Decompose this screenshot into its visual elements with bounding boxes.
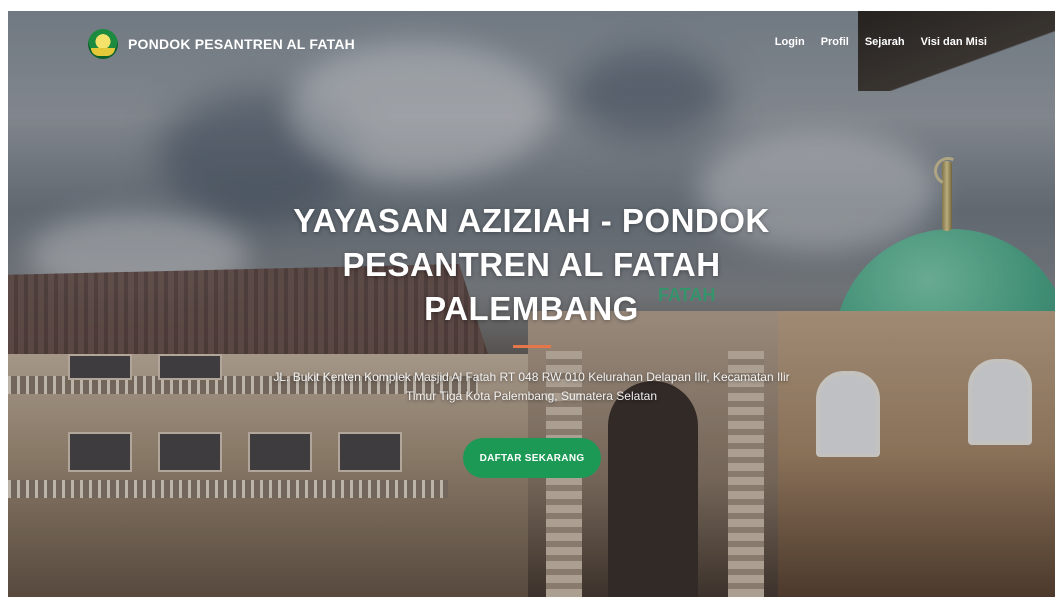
nav-link-login[interactable]: Login (775, 36, 805, 48)
address-line: JL. Bukit Kenten Komplek Masjid Al Fatah… (273, 370, 790, 384)
register-now-button[interactable]: DAFTAR SEKARANG (463, 438, 601, 478)
nav-link-sejarah[interactable]: Sejarah (865, 36, 905, 48)
hero-section: PONDOK PESANTREN AL FATAH Login Profil S… (8, 11, 1055, 597)
address-text: JL. Bukit Kenten Komplek Masjid Al Fatah… (258, 368, 805, 406)
page-title-line: PESANTREN AL FATAH (342, 246, 721, 283)
page-title: YAYASAN AZIZIAH - PONDOK PESANTREN AL FA… (8, 199, 1055, 331)
nav-link-profil[interactable]: Profil (821, 36, 849, 48)
school-crest-logo (88, 29, 118, 59)
building-sign-text: FATAH (658, 285, 716, 305)
page-title-line: PALEMBANG (424, 290, 639, 327)
nav-link-visi-misi[interactable]: Visi dan Misi (921, 36, 987, 48)
brand-name: PONDOK PESANTREN AL FATAH (128, 36, 355, 52)
brand[interactable]: PONDOK PESANTREN AL FATAH (88, 29, 355, 59)
nav-menu: Login Profil Sejarah Visi dan Misi (775, 36, 987, 48)
title-divider (513, 345, 551, 348)
page-title-line: YAYASAN AZIZIAH - PONDOK (293, 202, 770, 239)
address-line: Timur Tiga Kota Palembang, Sumatera Sela… (405, 389, 658, 403)
navbar: PONDOK PESANTREN AL FATAH Login Profil S… (8, 11, 1055, 75)
